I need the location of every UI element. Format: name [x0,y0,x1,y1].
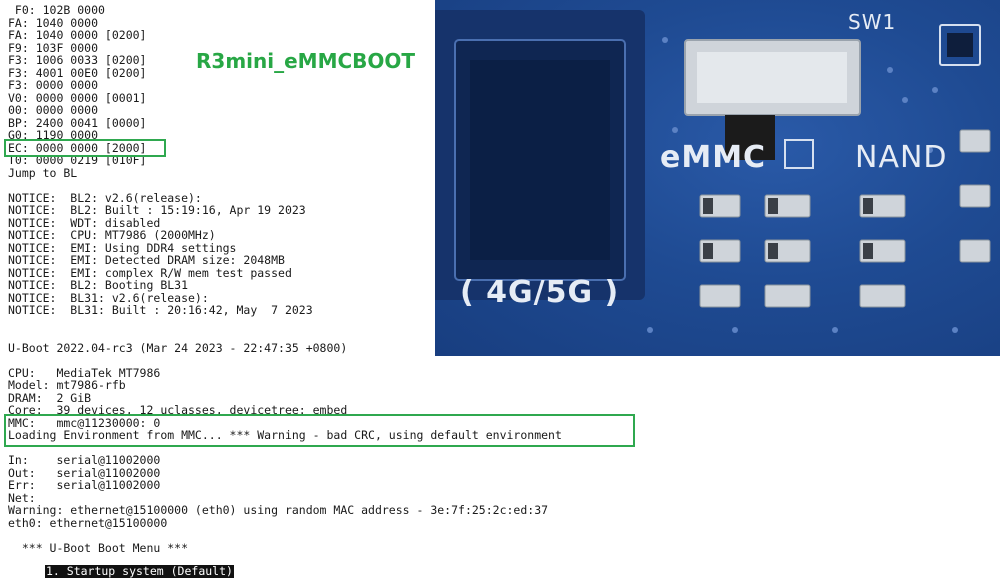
band-label: ( 4G/5G ) [460,275,620,310]
terminal-line: F3: 1006 0033 [0200] [8,53,147,67]
terminal-line: FA: 1040 0000 [0200] [8,28,147,42]
terminal-line: NOTICE: BL31: Built : 20:16:42, May 7 20… [8,303,313,317]
terminal-line: NOTICE: BL2: Booting BL31 [8,278,189,292]
nand-label: NAND [855,140,948,175]
mmc-env-highlight [4,414,635,447]
terminal-line: *** U-Boot Boot Menu *** [8,540,189,555]
terminal-line: NOTICE: BL2: Built : 15:19:16, Apr 19 20… [8,203,306,217]
terminal-line: Err: serial@11002000 [8,478,161,492]
terminal-line: eth0: ethernet@15100000 [8,515,168,530]
terminal-line: Warning: ethernet@15100000 (eth0) using … [8,503,549,517]
terminal-line: NOTICE: CPU: MT7986 (2000MHz) [8,228,216,242]
terminal-line: F0: 102B 0000 [8,3,105,17]
terminal-line: Model: mt7986-rfb [8,378,126,392]
terminal-line: In: serial@11002000 [8,453,161,467]
overlay-title: R3mini_eMMCBOOT [196,49,416,73]
emmc-label: eMMC [660,140,767,175]
sw1-label: SW1 [848,10,897,34]
terminal-line: U-Boot 2022.04-rc3 (Mar 24 2023 - 22:47:… [8,340,348,355]
ec-register-highlight [4,139,166,157]
terminal-line: F3: 0000 0000 [8,78,99,92]
board-photo: SW1 eMMC NAND ( 4G/5G ) [435,0,1000,356]
boot-menu-selected-item[interactable]: 1. Startup system (Default) [45,565,234,578]
terminal-line: NOTICE: EMI: Detected DRAM size: 2048MB [8,253,285,267]
terminal-line: Jump to BL [8,165,78,180]
terminal-line: 00: 0000 0000 [8,103,99,117]
